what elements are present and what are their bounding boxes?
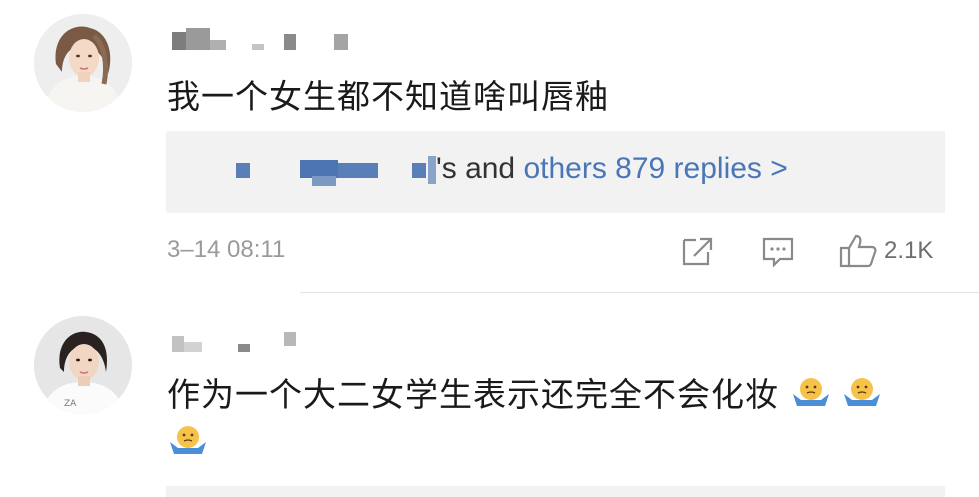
username-redacted[interactable] <box>168 26 368 54</box>
divider <box>300 292 979 293</box>
comment-button[interactable] <box>760 233 796 269</box>
reply-username-redacted <box>428 156 436 184</box>
reply-username-redacted <box>338 163 378 178</box>
reply-username-redacted <box>412 163 426 178</box>
like-icon <box>839 234 877 268</box>
like-count: 2.1K <box>884 237 934 264</box>
replies-prefix: 's and <box>436 152 524 185</box>
comment-time: 3–14 08:11 <box>167 236 286 263</box>
comment-text-body: 作为一个大二女学生表示还完全不会化妆 <box>167 375 779 414</box>
share-button[interactable] <box>680 233 716 269</box>
like-button[interactable]: 2.1K <box>838 233 933 269</box>
svg-text:ZA: ZA <box>64 399 77 409</box>
share-icon <box>682 237 713 266</box>
comment-item: 我一个女生都不知道啥叫唇釉 's and others 879 replies … <box>0 0 979 292</box>
replies-summary[interactable]: 's and others 879 replies > <box>436 152 788 186</box>
shrug-emoji-icon <box>792 378 829 406</box>
comment-text: 我一个女生都不知道啥叫唇釉 <box>167 77 609 116</box>
reply-username-redacted <box>236 163 250 178</box>
replies-preview[interactable] <box>166 486 945 497</box>
reply-username-redacted <box>312 176 336 186</box>
comment-text: 作为一个大二女学生表示还完全不会化妆 <box>167 368 882 416</box>
username-redacted[interactable] <box>168 326 308 354</box>
replies-link[interactable]: others 879 replies > <box>523 152 787 185</box>
avatar[interactable]: ZA <box>34 316 132 414</box>
shrug-emoji-icon <box>170 426 206 454</box>
shrug-emoji-icon <box>844 378 880 406</box>
comment-icon <box>762 237 794 268</box>
emoji-line <box>168 422 208 460</box>
avatar[interactable] <box>34 14 132 112</box>
